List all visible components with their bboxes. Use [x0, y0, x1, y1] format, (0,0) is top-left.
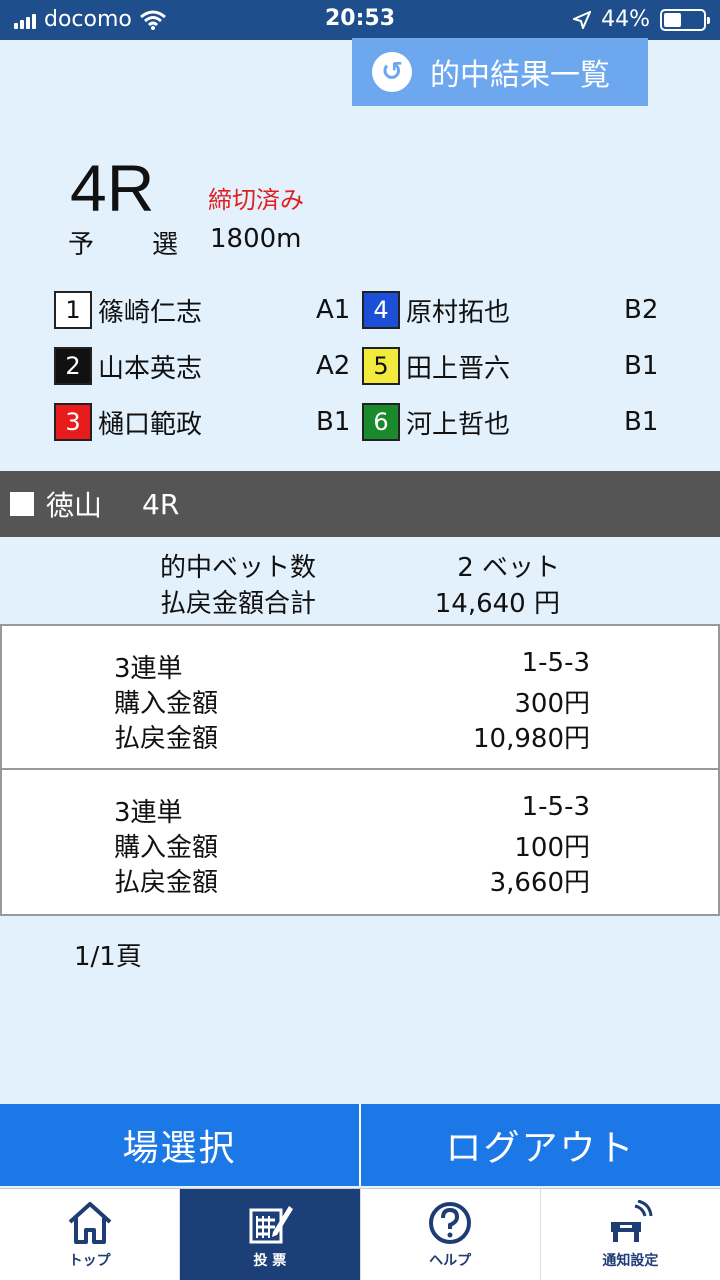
lane-badge: 2	[54, 347, 92, 385]
hits-label: 的中ベット数	[160, 553, 317, 583]
racer-name: 山本英志	[98, 353, 203, 384]
status-right: 44%	[573, 7, 710, 32]
buy-amount: 100円	[514, 833, 590, 863]
racer-grade: B1	[624, 351, 659, 381]
racer-name: 篠崎仁志	[98, 297, 203, 328]
race-kind-a: 予	[68, 230, 97, 260]
action-buttons: 場選択 ログアウト	[0, 1104, 720, 1186]
lane-badge: 5	[362, 347, 400, 385]
racer-4: 4 原村拓也 B2	[362, 290, 658, 330]
racer-1: 1 篠崎仁志 A1	[54, 290, 350, 330]
racer-name: 田上晋六	[406, 353, 511, 384]
tab-label: 通知設定	[602, 1252, 659, 1269]
racer-name: 樋口範政	[98, 409, 203, 440]
home-icon	[68, 1201, 111, 1244]
venue-header: 徳山 4R	[0, 471, 720, 537]
racer-grade: B1	[316, 407, 351, 437]
lane-badge: 4	[362, 291, 400, 329]
location-arrow-icon	[573, 10, 592, 29]
racer-grade: A1	[316, 295, 351, 325]
bet-combo: 1-5-3	[521, 792, 590, 822]
help-icon	[429, 1201, 472, 1244]
battery-percent: 44%	[601, 7, 650, 32]
race-number: 4R	[70, 151, 155, 225]
racer-grade: B1	[624, 407, 659, 437]
logout-button[interactable]: ログアウト	[361, 1104, 720, 1186]
bet-type: 3連単	[114, 654, 183, 684]
hits-row: 的中ベット数 2 ベット	[0, 547, 720, 583]
bet-list: 3連単 1-5-3 購入金額 300円 払戻金額 10,980円 3連単 1-5-3 購…	[0, 624, 720, 916]
race-distance: 1800m	[210, 224, 302, 254]
tab-vote[interactable]: 投 票	[180, 1189, 361, 1280]
hits-value: 2 ベット	[457, 553, 560, 583]
lane-badge: 1	[54, 291, 92, 329]
racer-grade: B2	[624, 295, 659, 325]
racer-6: 6 河上哲也 B1	[362, 402, 658, 442]
results-list-label: 的中結果一覧	[430, 58, 610, 93]
lane-badge: 3	[54, 403, 92, 441]
payout-total-label: 払戻金額合計	[160, 589, 317, 619]
racer-grade: A2	[316, 351, 351, 381]
venue-name: 徳山	[46, 489, 103, 522]
pay-label: 払戻金額	[114, 724, 219, 754]
tab-help[interactable]: ヘルプ	[361, 1189, 541, 1280]
tab-label: ヘルプ	[429, 1252, 472, 1269]
payout-total-row: 払戻金額合計 14,640 円	[0, 583, 720, 619]
racer-5: 5 田上晋六 B1	[362, 346, 658, 386]
notification-icon	[611, 1199, 653, 1242]
vote-icon	[249, 1205, 293, 1243]
race-kind: 予 選	[68, 224, 180, 261]
results-list-button[interactable]: ↺ 的中結果一覧	[352, 38, 648, 106]
bet-item: 3連単 1-5-3 購入金額 300円 払戻金額 10,980円	[2, 626, 718, 770]
page-indicator: 1/1頁	[74, 942, 142, 972]
tab-notification[interactable]: 通知設定	[541, 1189, 720, 1280]
payout-total-value: 14,640 円	[434, 589, 560, 619]
racer-3: 3 樋口範政 B1	[54, 402, 350, 442]
bet-type: 3連単	[114, 798, 183, 828]
pay-label: 払戻金額	[114, 868, 219, 898]
back-arrow-icon: ↺	[372, 52, 412, 92]
battery-level	[664, 12, 681, 27]
select-venue-button[interactable]: 場選択	[0, 1104, 359, 1186]
square-icon	[10, 492, 34, 516]
race-kind-b: 選	[151, 230, 180, 260]
bet-combo: 1-5-3	[521, 648, 590, 678]
battery-icon	[660, 8, 710, 31]
status-bar: docomo 20:53 44%	[0, 0, 720, 40]
buy-amount: 300円	[514, 689, 590, 719]
tab-label: 投 票	[253, 1252, 287, 1269]
pay-amount: 10,980円	[473, 724, 590, 754]
venue-race: 4R	[142, 487, 180, 521]
racer-2: 2 山本英志 A2	[54, 346, 350, 386]
pay-amount: 3,660円	[489, 868, 590, 898]
tab-bar: トップ 投 票 ヘルプ 通知設定	[0, 1188, 720, 1280]
tab-label: トップ	[68, 1252, 111, 1269]
buy-label: 購入金額	[114, 689, 219, 719]
tab-top[interactable]: トップ	[0, 1189, 181, 1280]
race-status: 締切済み	[208, 186, 304, 214]
lane-badge: 6	[362, 403, 400, 441]
racer-name: 原村拓也	[406, 297, 511, 328]
buy-label: 購入金額	[114, 833, 219, 863]
racer-name: 河上哲也	[406, 409, 511, 440]
bet-item: 3連単 1-5-3 購入金額 100円 払戻金額 3,660円	[2, 770, 718, 914]
hit-summary: 的中ベット数 2 ベット 払戻金額合計 14,640 円	[0, 547, 720, 619]
